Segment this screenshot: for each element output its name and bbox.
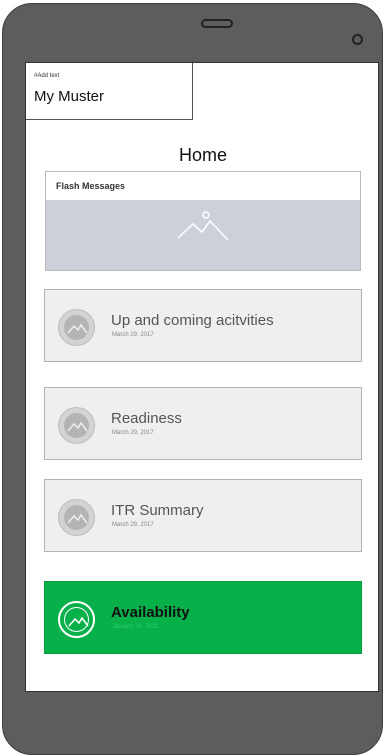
flash-messages-header: Flash Messages bbox=[56, 181, 126, 191]
card-upcoming-activities[interactable]: Up and coming acitvities March 29, 2017 bbox=[44, 289, 362, 362]
card-date: January 29, 2021 bbox=[112, 624, 159, 630]
card-date: March 29, 2017 bbox=[112, 332, 154, 338]
card-date: March 29, 2017 bbox=[112, 430, 154, 436]
card-date: March 29, 2017 bbox=[112, 522, 154, 528]
card-itr-summary[interactable]: ITR Summary March 29, 2017 bbox=[44, 479, 362, 552]
add-text-label: #Add text bbox=[34, 73, 60, 79]
activity-icon bbox=[58, 309, 95, 346]
speaker-icon bbox=[201, 19, 233, 28]
flash-messages-panel[interactable]: Flash Messages bbox=[45, 171, 361, 271]
app-title: My Muster bbox=[34, 88, 105, 105]
itr-summary-icon bbox=[58, 499, 95, 536]
phone-frame: #Add text My Muster Home Flash Messages … bbox=[2, 3, 383, 755]
page-title: Home bbox=[178, 145, 227, 165]
readiness-icon bbox=[58, 407, 95, 444]
card-title: Availability bbox=[111, 604, 190, 621]
card-title: Up and coming acitvities bbox=[111, 312, 274, 329]
phone-screen: #Add text My Muster Home Flash Messages … bbox=[25, 62, 379, 692]
card-readiness[interactable]: Readiness March 29, 2017 bbox=[44, 387, 362, 460]
image-placeholder-icon bbox=[177, 211, 229, 241]
header-text-box[interactable]: #Add text My Muster bbox=[26, 63, 193, 120]
availability-icon bbox=[58, 601, 95, 638]
camera-icon bbox=[352, 34, 363, 45]
flash-image-placeholder bbox=[46, 200, 360, 270]
card-title: Readiness bbox=[111, 410, 182, 427]
card-title: ITR Summary bbox=[111, 502, 204, 519]
card-availability[interactable]: Availability January 29, 2021 bbox=[44, 581, 362, 654]
